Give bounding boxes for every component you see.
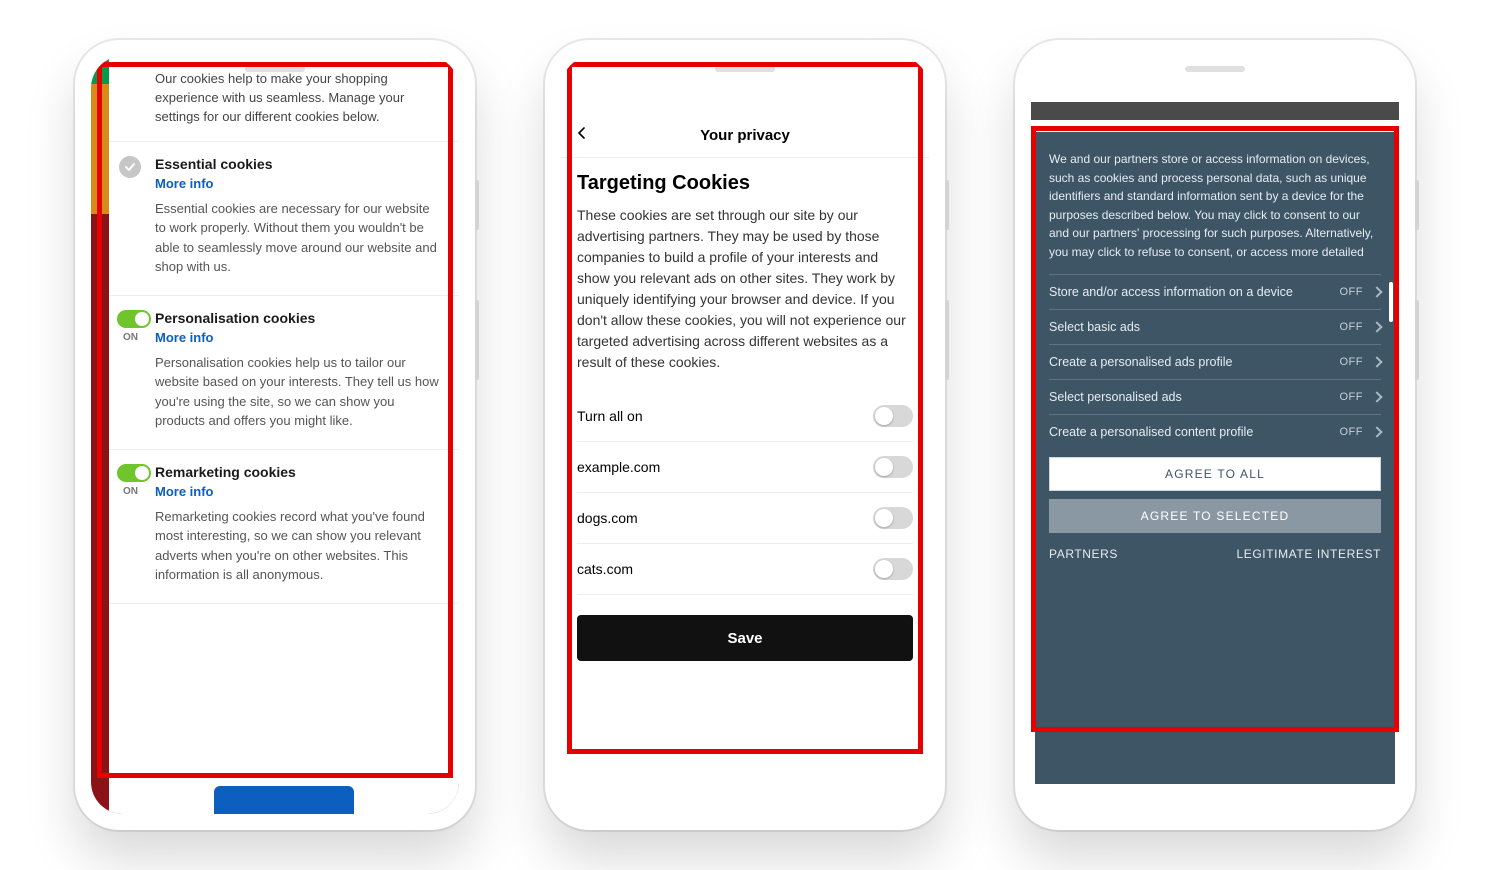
consent-panel: We and our partners store or access info… [1035, 132, 1395, 784]
purpose-label: Create a personalised ads profile [1049, 355, 1232, 369]
back-button[interactable] [575, 126, 589, 144]
row-label: cats.com [577, 561, 633, 577]
section-personalisation-cookies: ON Personalisation cookies More info Per… [109, 296, 459, 450]
toggle-state-label: ON [123, 332, 138, 343]
legitimate-interest-link[interactable]: LEGITIMATE INTEREST [1236, 547, 1381, 561]
chevron-right-icon [1371, 356, 1382, 367]
more-info-link[interactable]: More info [155, 176, 441, 191]
row-label: dogs.com [577, 510, 638, 526]
purpose-row[interactable]: Create a personalised ads profile OFF [1049, 344, 1381, 379]
agree-to-selected-button[interactable]: AGREE TO SELECTED [1049, 499, 1381, 533]
chevron-right-icon [1371, 391, 1382, 402]
partners-link[interactable]: PARTNERS [1049, 547, 1118, 561]
section-desc: Remarketing cookies record what you've f… [155, 507, 441, 585]
more-info-link[interactable]: More info [155, 330, 441, 345]
screen-1: Our cookies help to make your shopping e… [91, 56, 459, 814]
page-title: Targeting Cookies [577, 172, 913, 195]
screen-2: Your privacy Targeting Cookies These coo… [561, 56, 929, 814]
toggle-switch[interactable] [117, 464, 151, 482]
purpose-state: OFF [1340, 321, 1364, 333]
purpose-row[interactable]: Select basic ads OFF [1049, 309, 1381, 344]
save-button-label: Save [727, 630, 762, 647]
purpose-label: Create a personalised content profile [1049, 425, 1253, 439]
section-essential-cookies: Essential cookies More info Essential co… [109, 142, 459, 296]
toggle-state-label: ON [123, 486, 138, 497]
chevron-right-icon [1371, 426, 1382, 437]
consent-description: We and our partners store or access info… [1049, 150, 1381, 262]
purpose-label: Select personalised ads [1049, 390, 1182, 404]
purpose-row[interactable]: Select personalised ads OFF [1049, 379, 1381, 414]
check-icon [119, 156, 141, 178]
save-button[interactable]: Save [577, 615, 913, 661]
phone-mockup-1: Our cookies help to make your shopping e… [75, 40, 475, 830]
save-button[interactable] [214, 786, 354, 814]
row-label: Turn all on [577, 408, 643, 424]
toggle-switch[interactable] [117, 310, 151, 328]
toggle-switch[interactable] [873, 405, 913, 427]
button-label: AGREE TO ALL [1165, 467, 1265, 481]
intro-text: Our cookies help to make your shopping e… [109, 56, 459, 142]
row-partner: dogs.com [577, 493, 913, 544]
purpose-label: Select basic ads [1049, 320, 1140, 334]
button-label: AGREE TO SELECTED [1141, 509, 1290, 523]
purpose-state: OFF [1340, 391, 1364, 403]
toggle-switch[interactable] [873, 456, 913, 478]
consent-footer: PARTNERS LEGITIMATE INTEREST [1049, 547, 1381, 561]
purpose-row[interactable]: Store and/or access information on a dev… [1049, 274, 1381, 309]
row-label: example.com [577, 459, 660, 475]
row-partner: cats.com [577, 544, 913, 595]
more-info-link[interactable]: More info [155, 484, 441, 499]
purpose-state: OFF [1340, 286, 1364, 298]
purpose-state: OFF [1340, 356, 1364, 368]
row-partner: example.com [577, 442, 913, 493]
phone-mockup-2: Your privacy Targeting Cookies These coo… [545, 40, 945, 830]
toggle-switch[interactable] [873, 507, 913, 529]
page-description: These cookies are set through our site b… [577, 205, 913, 373]
section-title: Essential cookies [155, 156, 441, 172]
agree-to-all-button[interactable]: AGREE TO ALL [1049, 457, 1381, 491]
chevron-right-icon [1371, 321, 1382, 332]
modal-body: Targeting Cookies These cookies are set … [561, 158, 929, 661]
section-title: Personalisation cookies [155, 310, 441, 326]
chevron-right-icon [1371, 286, 1382, 297]
phone-mockup-3: We and our partners store or access info… [1015, 40, 1415, 830]
row-turn-all-on: Turn all on [577, 391, 913, 442]
header-title: Your privacy [700, 127, 790, 144]
section-desc: Essential cookies are necessary for our … [155, 199, 441, 277]
purpose-label: Store and/or access information on a dev… [1049, 285, 1293, 299]
modal-header: Your privacy [561, 114, 929, 158]
scrollbar[interactable] [1389, 282, 1393, 322]
section-title: Remarketing cookies [155, 464, 441, 480]
purpose-row[interactable]: Create a personalised content profile OF… [1049, 414, 1381, 449]
section-remarketing-cookies: ON Remarketing cookies More info Remarke… [109, 450, 459, 604]
cookie-settings-panel: Our cookies help to make your shopping e… [109, 56, 459, 814]
toggle-switch[interactable] [873, 558, 913, 580]
purpose-state: OFF [1340, 426, 1364, 438]
section-desc: Personalisation cookies help us to tailo… [155, 353, 441, 431]
screen-3: We and our partners store or access info… [1031, 56, 1399, 814]
